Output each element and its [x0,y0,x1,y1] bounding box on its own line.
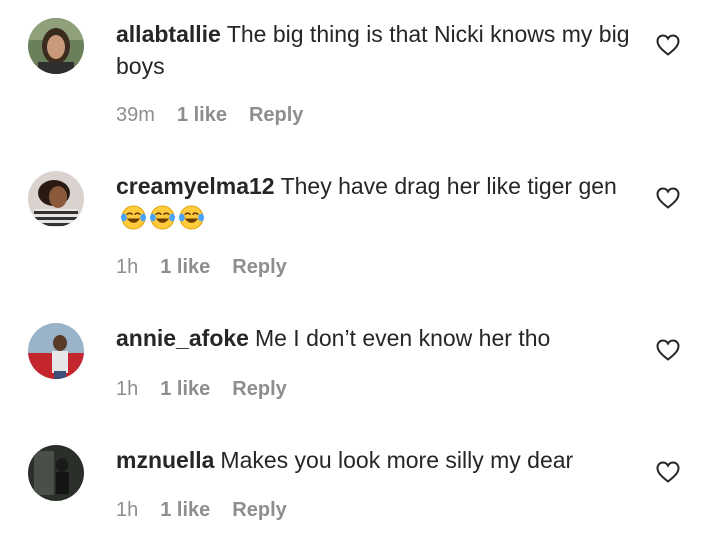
emoji-group [120,205,207,231]
comment-body: They have drag her like tiger gen [280,173,617,199]
comment-text: allabtallie The big thing is that Nicki k… [116,18,636,82]
heart-outline-icon[interactable] [656,187,680,209]
face-with-tears-of-joy-icon [120,205,147,230]
avatar[interactable] [28,18,84,74]
avatar[interactable] [28,445,84,501]
avatar[interactable] [28,171,84,227]
comment-meta: 1h 1 like Reply [116,499,287,522]
likes-count[interactable]: 1 like [160,256,210,279]
comment-meta: 39m 1 like Reply [116,104,303,127]
comment-username[interactable]: mznuella [116,447,214,473]
likes-count[interactable]: 1 like [160,499,210,522]
face-with-tears-of-joy-icon [178,205,205,230]
likes-count[interactable]: 1 like [177,104,227,127]
heart-outline-icon[interactable] [656,339,680,361]
comment-body: Makes you look more silly my dear [220,447,574,473]
comment-username[interactable]: creamyelma12 [116,173,275,199]
comment-timestamp: 1h [116,378,139,400]
comment-text: mznuella Makes you look more silly my dea… [116,444,636,476]
comment-timestamp: 1h [116,256,139,278]
reply-button[interactable]: Reply [249,104,303,127]
avatar[interactable] [28,323,84,379]
heart-outline-icon[interactable] [656,461,680,483]
comment-username[interactable]: annie_afoke [116,325,249,351]
comment-text: annie_afoke Me I don’t even know her tho [116,322,636,354]
reply-button[interactable]: Reply [232,378,286,401]
comment-text: creamyelma12 They have drag her like tige… [116,170,636,234]
comment-username[interactable]: allabtallie [116,21,221,47]
reply-button[interactable]: Reply [232,256,286,279]
comment-body: Me I don’t even know her tho [254,325,551,351]
reply-button[interactable]: Reply [232,499,286,522]
face-with-tears-of-joy-icon [149,205,176,230]
likes-count[interactable]: 1 like [160,378,210,401]
comment-meta: 1h 1 like Reply [116,378,287,401]
comment-meta: 1h 1 like Reply [116,256,287,279]
comment-timestamp: 1h [116,499,139,521]
comment-timestamp: 39m [116,104,155,126]
heart-outline-icon[interactable] [656,34,680,56]
